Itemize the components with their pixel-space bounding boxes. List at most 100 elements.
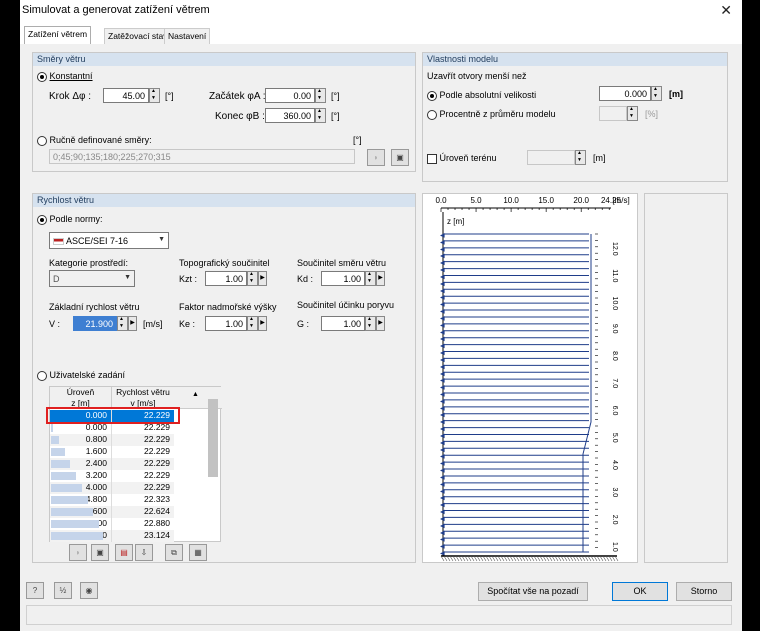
copy-icon[interactable]: ⧉ [165,544,183,561]
z-axis-label: z [m] [447,217,464,226]
level-cell: 4.000 [50,482,112,494]
env-label: Kategorie prostředí: [49,258,129,268]
arrow-icon: ◀ [440,413,445,419]
kd-input[interactable]: 1.00 [321,271,365,286]
absolute-radio[interactable] [427,90,437,101]
end-unit: [°] [331,111,340,121]
elevation-label: Faktor nadmořské výšky [179,302,277,312]
env-select[interactable]: D ▼ [49,270,135,287]
export-icon[interactable]: ⇩ [135,544,153,561]
step-spinner[interactable] [149,88,160,103]
arrow-icon: ◀ [440,323,445,329]
panel-title: Směry větru [33,53,415,66]
level-bar [51,472,77,480]
norm-select[interactable]: ASCE/SEI 7-16 ▼ [49,232,169,249]
table-row[interactable]: 7.200 23.124 [50,530,174,542]
level-cell: 5.600 [50,506,112,518]
v-arrow-icon[interactable]: ▶ [128,316,137,331]
absolute-input[interactable]: 0.000 [599,86,651,101]
g-arrow-icon[interactable]: ▶ [376,316,385,331]
tab-bar: Zatížení větrem Zatěžovací stavy Nastave… [20,22,742,44]
arrow-icon: ◀ [440,302,445,308]
ke-input[interactable]: 1.00 [205,316,247,331]
table-row[interactable]: 6.400 22.880 [50,518,174,530]
percent-unit: [%] [645,109,659,119]
start-input[interactable]: 0.00 [265,88,315,103]
v-spinner[interactable] [117,316,128,331]
z-tick-label: 2.0 [611,515,618,525]
scroll-up-icon[interactable]: ▲ [192,391,199,398]
manual-directions-input[interactable]: 0;45;90;135;180;225;270;315 [49,149,355,164]
view-icon[interactable]: ◉ [80,582,98,599]
terrain-input[interactable] [527,150,575,165]
terrain-checkbox[interactable] [427,153,437,164]
level-bar [51,460,71,468]
tab-wind-load[interactable]: Zatížení větrem [24,26,92,44]
speed-table: Úroveň z [m] Rychlost větru v [m/s] ▲ 0.00… [46,386,222,542]
import-icon[interactable]: ◗ [69,544,87,561]
table-row[interactable]: 3.200 22.229 [50,470,174,482]
save-icon[interactable]: ▣ [91,544,109,561]
end-spinner[interactable] [315,108,326,123]
start-spinner[interactable] [315,88,326,103]
help-icon[interactable]: ? [26,582,44,599]
cancel-button[interactable]: Storno [676,582,732,601]
norm-value: ASCE/SEI 7-16 [66,236,129,246]
v-input[interactable]: 21.900 [73,316,117,331]
arrow-icon: ◀ [440,523,445,529]
kzt-spinner[interactable] [247,271,258,286]
scrollbar-thumb[interactable] [208,399,218,477]
percent-radio[interactable] [427,109,437,120]
title-bar: Simulovat a generovat zatížení větrem ✕ [20,0,742,22]
percent-input[interactable] [599,106,627,121]
tab-settings[interactable]: Nastavení [164,28,211,44]
norm-radio[interactable] [37,214,47,225]
manual-radio[interactable] [37,135,47,146]
table-row[interactable]: 4.800 22.323 [50,494,174,506]
kd-spinner[interactable] [365,271,376,286]
chart-svg: 0.0 5.0 10.0 15.0 20.0 24.25[m/s]z [m]◀◀◀◀◀◀◀… [435,196,630,562]
arrow-icon: ◀ [440,364,445,370]
kzt-arrow-icon[interactable]: ▶ [258,271,267,286]
percent-label: Procentně z průměru modelu [439,109,556,119]
percent-spinner[interactable] [627,106,638,121]
table-row[interactable]: 1.600 22.229 [50,446,174,458]
kd-arrow-icon[interactable]: ▶ [376,271,385,286]
table-row[interactable]: 5.600 22.624 [50,506,174,518]
terrain-spinner[interactable] [575,150,586,165]
save-icon[interactable]: ▣ [391,149,409,166]
manual-label: Ručně definované směry: [49,135,152,145]
terrain-label: Úroveň terénu [439,153,497,163]
z-tick-label: 10.0 [611,297,618,311]
arrow-icon: ◀ [440,371,445,377]
table-row[interactable]: 4.000 22.229 [50,482,174,494]
g-spinner[interactable] [365,316,376,331]
units-icon[interactable]: ½ [54,582,72,599]
ke-arrow-icon[interactable]: ▶ [258,316,267,331]
import-icon[interactable]: ◗ [367,149,385,166]
panel-title: Vlastnosti modelu [423,53,727,66]
table-row[interactable]: 0.800 22.229 [50,434,174,446]
ke-spinner[interactable] [247,316,258,331]
close-icon[interactable]: ✕ [720,2,732,19]
arrow-icon: ◀ [440,309,445,315]
level-bar [51,520,100,528]
excel-icon[interactable]: ▤ [115,544,133,561]
speed-cell: 22.229 [144,458,170,468]
level-bar [51,532,103,540]
manual-unit: [°] [353,135,362,145]
table-icon[interactable]: ▦ [189,544,207,561]
kzt-input[interactable]: 1.00 [205,271,247,286]
compute-background-button[interactable]: Spočítat vše na pozadí [478,582,588,601]
arrow-icon: ◀ [440,392,445,398]
constant-radio[interactable] [37,71,47,82]
speed-cell: 23.124 [144,530,170,540]
g-input[interactable]: 1.00 [321,316,365,331]
user-radio[interactable] [37,370,47,381]
ok-button[interactable]: OK [612,582,668,601]
table-row[interactable]: 2.400 22.229 [50,458,174,470]
col-header-speed: Rychlost větru v [m/s] [112,387,174,409]
step-input[interactable]: 45.00 [103,88,149,103]
absolute-spinner[interactable] [651,86,662,101]
end-input[interactable]: 360.00 [265,108,315,123]
